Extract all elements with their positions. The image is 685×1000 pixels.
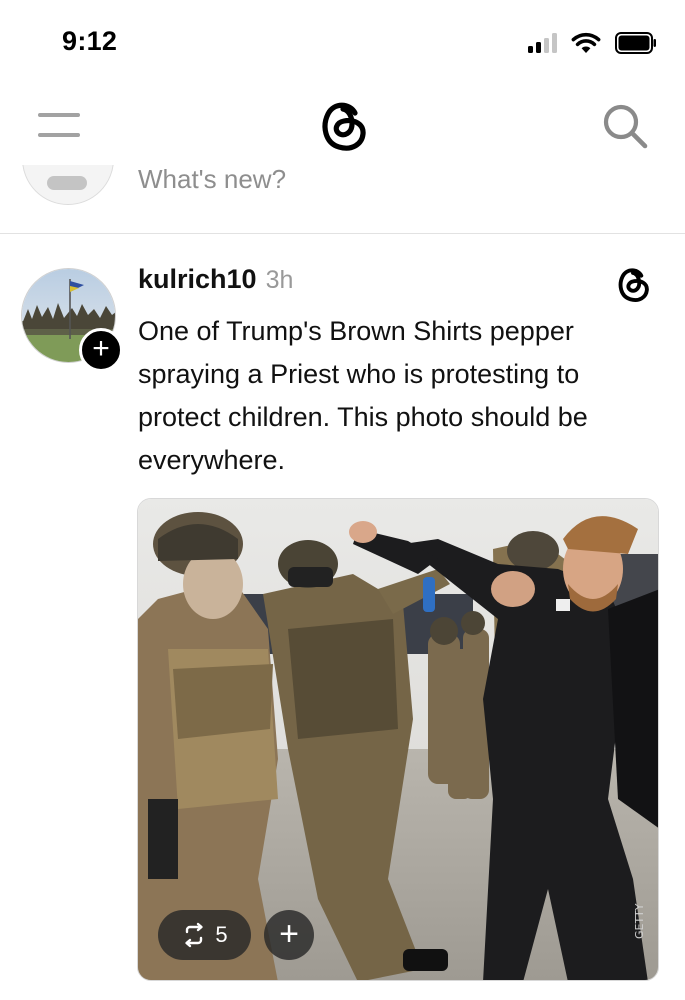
own-avatar[interactable] xyxy=(22,165,114,205)
cellular-signal-icon xyxy=(528,33,557,53)
status-time: 9:12 xyxy=(62,26,118,56)
status-bar: 9:12 xyxy=(0,0,685,85)
threads-post-icon[interactable] xyxy=(615,264,651,304)
post-username[interactable]: kulrich10 xyxy=(138,264,257,295)
wifi-icon xyxy=(571,32,601,53)
battery-icon xyxy=(615,32,656,54)
post-photo[interactable]: GETTY xyxy=(137,498,659,981)
whats-new-input[interactable]: What's new? xyxy=(138,165,286,195)
post: + kulrich10 3h One of Trump's Brown Shir… xyxy=(0,234,685,1000)
post-text: One of Trump's Brown Shirts pepper spray… xyxy=(138,316,588,475)
post-header: kulrich10 3h xyxy=(138,264,293,302)
search-icon[interactable] xyxy=(600,101,650,151)
repost-count: 5 xyxy=(215,922,228,947)
composer: What's new? xyxy=(0,165,685,234)
hamburger-menu-icon[interactable] xyxy=(36,109,82,141)
post-photo-image: GETTY xyxy=(138,499,658,980)
threads-logo-icon[interactable] xyxy=(317,97,369,153)
top-nav xyxy=(0,85,685,165)
add-button[interactable]: + xyxy=(264,910,314,960)
status-icons xyxy=(528,30,657,56)
repost-button[interactable]: 5 xyxy=(158,910,251,960)
follow-button[interactable]: + xyxy=(79,328,123,372)
repost-icon xyxy=(185,922,204,948)
post-timestamp: 3h xyxy=(265,266,294,294)
svg-text:GETTY: GETTY xyxy=(633,903,646,939)
